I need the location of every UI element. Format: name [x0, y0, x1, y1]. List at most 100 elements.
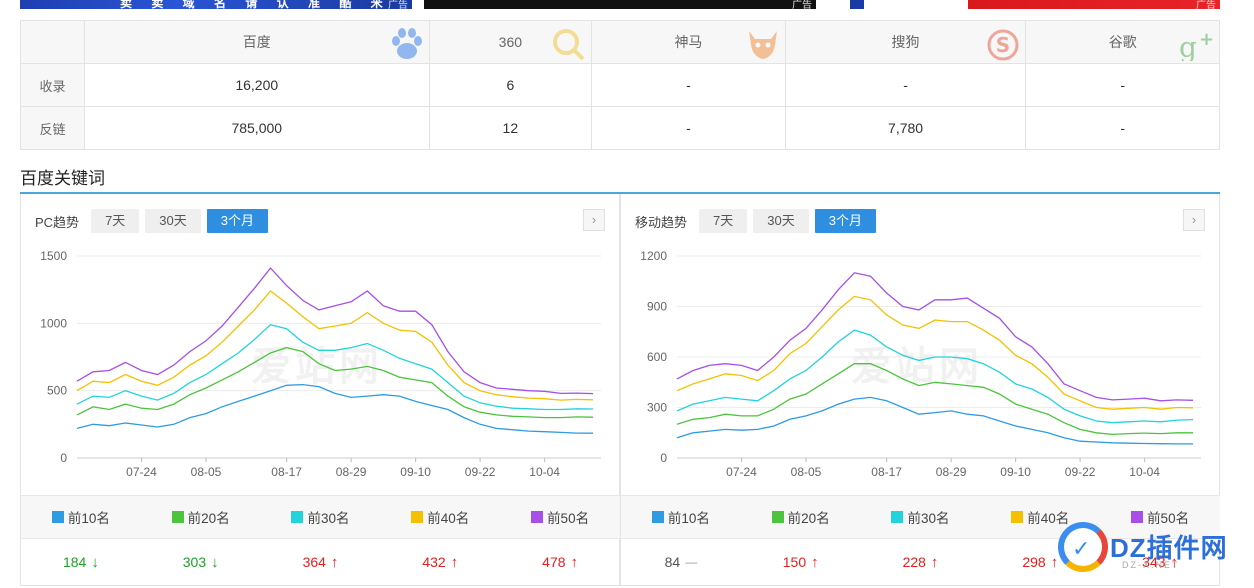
cell-value: -	[591, 106, 786, 150]
trend-arrow-icon: ↑	[930, 553, 939, 571]
range-30d-button[interactable]: 30天	[753, 209, 809, 233]
y-tick-label: 0	[60, 451, 67, 465]
legend-label: 前10名	[67, 511, 110, 526]
range-7d-button[interactable]: 7天	[91, 209, 140, 233]
panel-header: 移动趋势 7天 30天 3个月	[635, 208, 882, 234]
cell-value: 16,200	[84, 63, 430, 107]
legend-item-top10[interactable]: 前10名	[21, 496, 141, 538]
x-tick-label: 07-24	[126, 465, 157, 479]
engine-name: 搜狗	[891, 34, 920, 50]
sogou-s-icon: S	[987, 29, 1019, 61]
ad-tag: 广告	[792, 0, 812, 9]
value-top10: 184 ↓	[21, 540, 141, 584]
legend-swatch	[291, 511, 304, 523]
x-tick-label: 08-17	[271, 465, 302, 479]
engine-name: 谷歌	[1108, 34, 1137, 50]
engine-name: 神马	[674, 34, 703, 50]
y-tick-label: 1000	[40, 316, 67, 330]
ad-tag: 广告	[388, 0, 408, 9]
legend-item-top40[interactable]: 前40名	[380, 496, 500, 538]
legend-swatch	[531, 511, 544, 523]
google-plus-icon: g +	[1179, 29, 1214, 61]
ad-banner-2[interactable]: 广告	[424, 0, 816, 9]
legend-label: 前30名	[307, 511, 350, 526]
value-number: 432	[422, 554, 446, 570]
cell-value: 7,780	[784, 106, 1027, 150]
x-tick-label: 09-10	[400, 465, 431, 479]
ad-banner-4[interactable]: 广告	[968, 0, 1220, 9]
cell-value: -	[1025, 106, 1220, 150]
x-tick-label: 08-29	[336, 465, 367, 479]
value-top30: 364 ↑	[261, 540, 381, 584]
range-30d-button[interactable]: 30天	[145, 209, 201, 233]
svg-text:g: g	[1179, 31, 1197, 61]
engine-header-baidu: 百度	[84, 20, 430, 64]
series-line	[676, 363, 1193, 436]
value-top20: 303 ↓	[141, 540, 261, 584]
ad-tag: 广告	[1196, 0, 1216, 9]
legend-label: 前50名	[547, 511, 590, 526]
pc-trend-panel: PC趋势 7天 30天 3个月 › 爱站网 0 500 1000 1500 07-24 0…	[20, 194, 620, 586]
range-7d-button[interactable]: 7天	[699, 209, 748, 233]
table-row-indexed: 收录 16,200 6 - - -	[20, 63, 1220, 107]
legend-label: 前40名	[427, 511, 470, 526]
panel-title: PC趋势	[35, 214, 80, 230]
y-tick-label: 600	[647, 350, 667, 364]
value-number: 228	[902, 554, 926, 570]
value-number: 364	[302, 554, 326, 570]
legend-item-top30[interactable]: 前30名	[261, 496, 381, 538]
legend-item-top10[interactable]: 前10名	[621, 496, 741, 538]
x-tick-label: 09-22	[465, 465, 496, 479]
y-tick-label: 900	[647, 300, 667, 314]
svg-text:S: S	[996, 33, 1010, 57]
legend-swatch	[651, 511, 664, 523]
x-tick-label: 08-05	[191, 465, 222, 479]
legend-row: 前10名 前20名 前30名 前40名 前50名	[21, 495, 620, 539]
legend-swatch	[411, 511, 424, 523]
value-number: 478	[542, 554, 566, 570]
ad-banner-3[interactable]	[850, 0, 864, 9]
legend-swatch	[1011, 511, 1024, 523]
y-tick-label: 1500	[40, 249, 67, 263]
series-line	[676, 396, 1193, 445]
ad-banner-1[interactable]: 卖 卖 域 名 请 认 准 酷 米 网 广告	[20, 0, 412, 9]
value-row: 184 ↓ 303 ↓ 364 ↑ 432 ↑ 478 ↑	[21, 540, 620, 584]
legend-swatch	[891, 511, 904, 523]
table-row-backlinks: 反链 785,000 12 - 7,780 -	[20, 106, 1220, 150]
range-3m-button[interactable]: 3个月	[814, 209, 876, 233]
series-line	[76, 346, 594, 419]
x-tick-label: 10-04	[529, 465, 560, 479]
cell-value: 785,000	[84, 106, 430, 150]
legend-item-top30[interactable]: 前30名	[861, 496, 981, 538]
corner-cell	[20, 20, 85, 64]
x-tick-label: 08-05	[791, 465, 822, 479]
value-number: 303	[182, 554, 207, 570]
legend-swatch	[771, 511, 784, 523]
cell-value: -	[1025, 63, 1220, 107]
engine-header-360: 360	[428, 20, 593, 64]
engine-header-shenma: 神马	[591, 20, 786, 64]
legend-swatch	[171, 511, 184, 523]
x-tick-label: 08-17	[871, 465, 902, 479]
trend-arrow-icon: ↑	[330, 553, 339, 571]
range-3m-button[interactable]: 3个月	[206, 209, 268, 233]
value-top50: 478 ↑	[500, 540, 620, 584]
chevron-right-icon[interactable]: ›	[1183, 209, 1205, 231]
legend-item-top50[interactable]: 前50名	[500, 496, 620, 538]
search-engine-table: 百度 360 神马 搜狗 S 谷歌 g + 收录 16,200 6 - - - …	[20, 20, 1220, 150]
panel-title: 移动趋势	[635, 214, 688, 230]
trend-arrow-icon: ↓	[211, 553, 219, 571]
legend-item-top20[interactable]: 前20名	[141, 496, 261, 538]
svg-text:+: +	[1199, 29, 1214, 50]
value-top40: 432 ↑	[380, 540, 500, 584]
cell-value: 6	[428, 63, 593, 107]
panel-header: PC趋势 7天 30天 3个月	[35, 208, 274, 234]
y-tick-label: 1200	[640, 249, 667, 263]
cell-value: 12	[428, 106, 593, 150]
value-top30: 228 ↑	[861, 540, 981, 584]
legend-item-top20[interactable]: 前20名	[741, 496, 861, 538]
value-number: 84	[664, 554, 681, 570]
trend-arrow-icon: —	[685, 555, 698, 569]
series-line	[676, 295, 1194, 410]
chevron-right-icon[interactable]: ›	[583, 209, 605, 231]
